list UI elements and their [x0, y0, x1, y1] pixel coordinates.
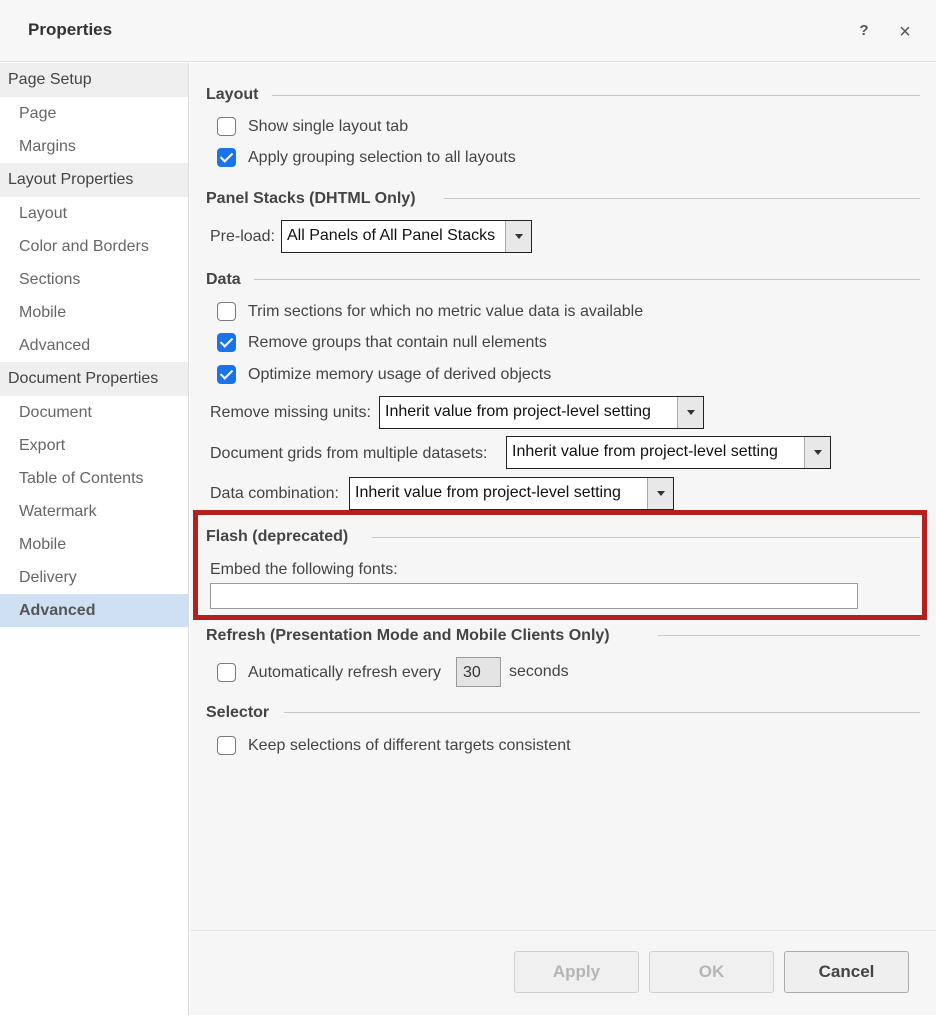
- sidebar-item-margins[interactable]: Margins: [0, 130, 188, 163]
- preload-select[interactable]: All Panels of All Panel Stacks: [281, 220, 532, 253]
- section-title-selector: Selector: [206, 704, 270, 721]
- document-grids-select[interactable]: Inherit value from project-level setting: [506, 436, 831, 469]
- close-icon[interactable]: ×: [896, 21, 914, 43]
- section-title-refresh: Refresh (Presentation Mode and Mobile Cl…: [206, 627, 610, 644]
- section-divider: [444, 198, 920, 199]
- preload-label: Pre-load:: [210, 228, 275, 245]
- apply-button[interactable]: Apply: [514, 951, 639, 993]
- section-divider: [254, 279, 920, 280]
- sidebar-item-document-advanced[interactable]: Advanced: [0, 594, 188, 627]
- sidebar-item-delivery[interactable]: Delivery: [0, 561, 188, 594]
- chevron-down-icon[interactable]: [677, 397, 703, 428]
- show-single-layout-tab-label: Show single layout tab: [248, 118, 409, 135]
- optimize-memory-checkbox[interactable]: [217, 365, 236, 384]
- sidebar-item-page[interactable]: Page: [0, 97, 188, 130]
- sidebar-item-watermark[interactable]: Watermark: [0, 495, 188, 528]
- sidebar-item-document-mobile[interactable]: Mobile: [0, 528, 188, 561]
- chevron-down-icon[interactable]: [647, 478, 673, 509]
- remove-missing-units-value: Inherit value from project-level setting: [385, 403, 651, 420]
- section-divider: [658, 635, 920, 636]
- section-divider: [272, 95, 920, 96]
- section-title-panel-stacks: Panel Stacks (DHTML Only): [206, 190, 416, 207]
- auto-refresh-checkbox[interactable]: [217, 663, 236, 682]
- keep-selections-label: Keep selections of different targets con…: [248, 737, 571, 754]
- sidebar-group-document-properties[interactable]: Document Properties: [0, 362, 188, 396]
- embed-fonts-label: Embed the following fonts:: [210, 561, 398, 578]
- embed-fonts-input[interactable]: [210, 583, 858, 609]
- remove-groups-checkbox[interactable]: [217, 333, 236, 352]
- sidebar-item-export[interactable]: Export: [0, 429, 188, 462]
- sidebar-group-page-setup[interactable]: Page Setup: [0, 63, 188, 97]
- section-title-layout: Layout: [206, 86, 259, 103]
- chevron-down-icon[interactable]: [804, 437, 830, 468]
- optimize-memory-label: Optimize memory usage of derived objects: [248, 366, 552, 383]
- sidebar-group-layout-properties[interactable]: Layout Properties: [0, 163, 188, 197]
- sidebar-item-layout[interactable]: Layout: [0, 197, 188, 230]
- data-combination-value: Inherit value from project-level setting: [355, 484, 621, 501]
- apply-grouping-checkbox[interactable]: [217, 148, 236, 167]
- sidebar-item-layout-mobile[interactable]: Mobile: [0, 296, 188, 329]
- sidebar-item-color-and-borders[interactable]: Color and Borders: [0, 230, 188, 263]
- section-divider: [284, 712, 920, 713]
- section-title-data: Data: [206, 271, 241, 288]
- data-combination-label: Data combination:: [210, 485, 339, 502]
- sidebar-item-table-of-contents[interactable]: Table of Contents: [0, 462, 188, 495]
- document-grids-label: Document grids from multiple datasets:: [210, 445, 488, 462]
- remove-groups-label: Remove groups that contain null elements: [248, 334, 547, 351]
- data-combination-select[interactable]: Inherit value from project-level setting: [349, 477, 674, 510]
- keep-selections-checkbox[interactable]: [217, 736, 236, 755]
- preload-select-value: All Panels of All Panel Stacks: [287, 227, 496, 244]
- dialog-titlebar: Properties ? ×: [0, 0, 936, 62]
- remove-missing-units-label: Remove missing units:: [210, 404, 371, 421]
- sidebar-item-sections[interactable]: Sections: [0, 263, 188, 296]
- sidebar-item-layout-advanced[interactable]: Advanced: [0, 329, 188, 362]
- document-grids-value: Inherit value from project-level setting: [512, 443, 778, 460]
- refresh-interval-input[interactable]: 30: [456, 657, 501, 687]
- dialog-title: Properties: [28, 20, 113, 39]
- help-icon[interactable]: ?: [856, 22, 872, 42]
- apply-grouping-label: Apply grouping selection to all layouts: [248, 149, 516, 166]
- sidebar-nav: Page Setup Page Margins Layout Propertie…: [0, 63, 189, 1015]
- section-title-flash: Flash (deprecated): [206, 528, 349, 545]
- remove-missing-units-select[interactable]: Inherit value from project-level setting: [379, 396, 704, 429]
- section-divider: [372, 537, 920, 538]
- refresh-unit-label: seconds: [509, 663, 569, 680]
- show-single-layout-tab-checkbox[interactable]: [217, 117, 236, 136]
- auto-refresh-label: Automatically refresh every: [248, 664, 441, 681]
- ok-button[interactable]: OK: [649, 951, 774, 993]
- sidebar-item-document[interactable]: Document: [0, 396, 188, 429]
- cancel-button[interactable]: Cancel: [784, 951, 909, 993]
- trim-sections-label: Trim sections for which no metric value …: [248, 303, 644, 320]
- trim-sections-checkbox[interactable]: [217, 302, 236, 321]
- chevron-down-icon[interactable]: [505, 221, 531, 252]
